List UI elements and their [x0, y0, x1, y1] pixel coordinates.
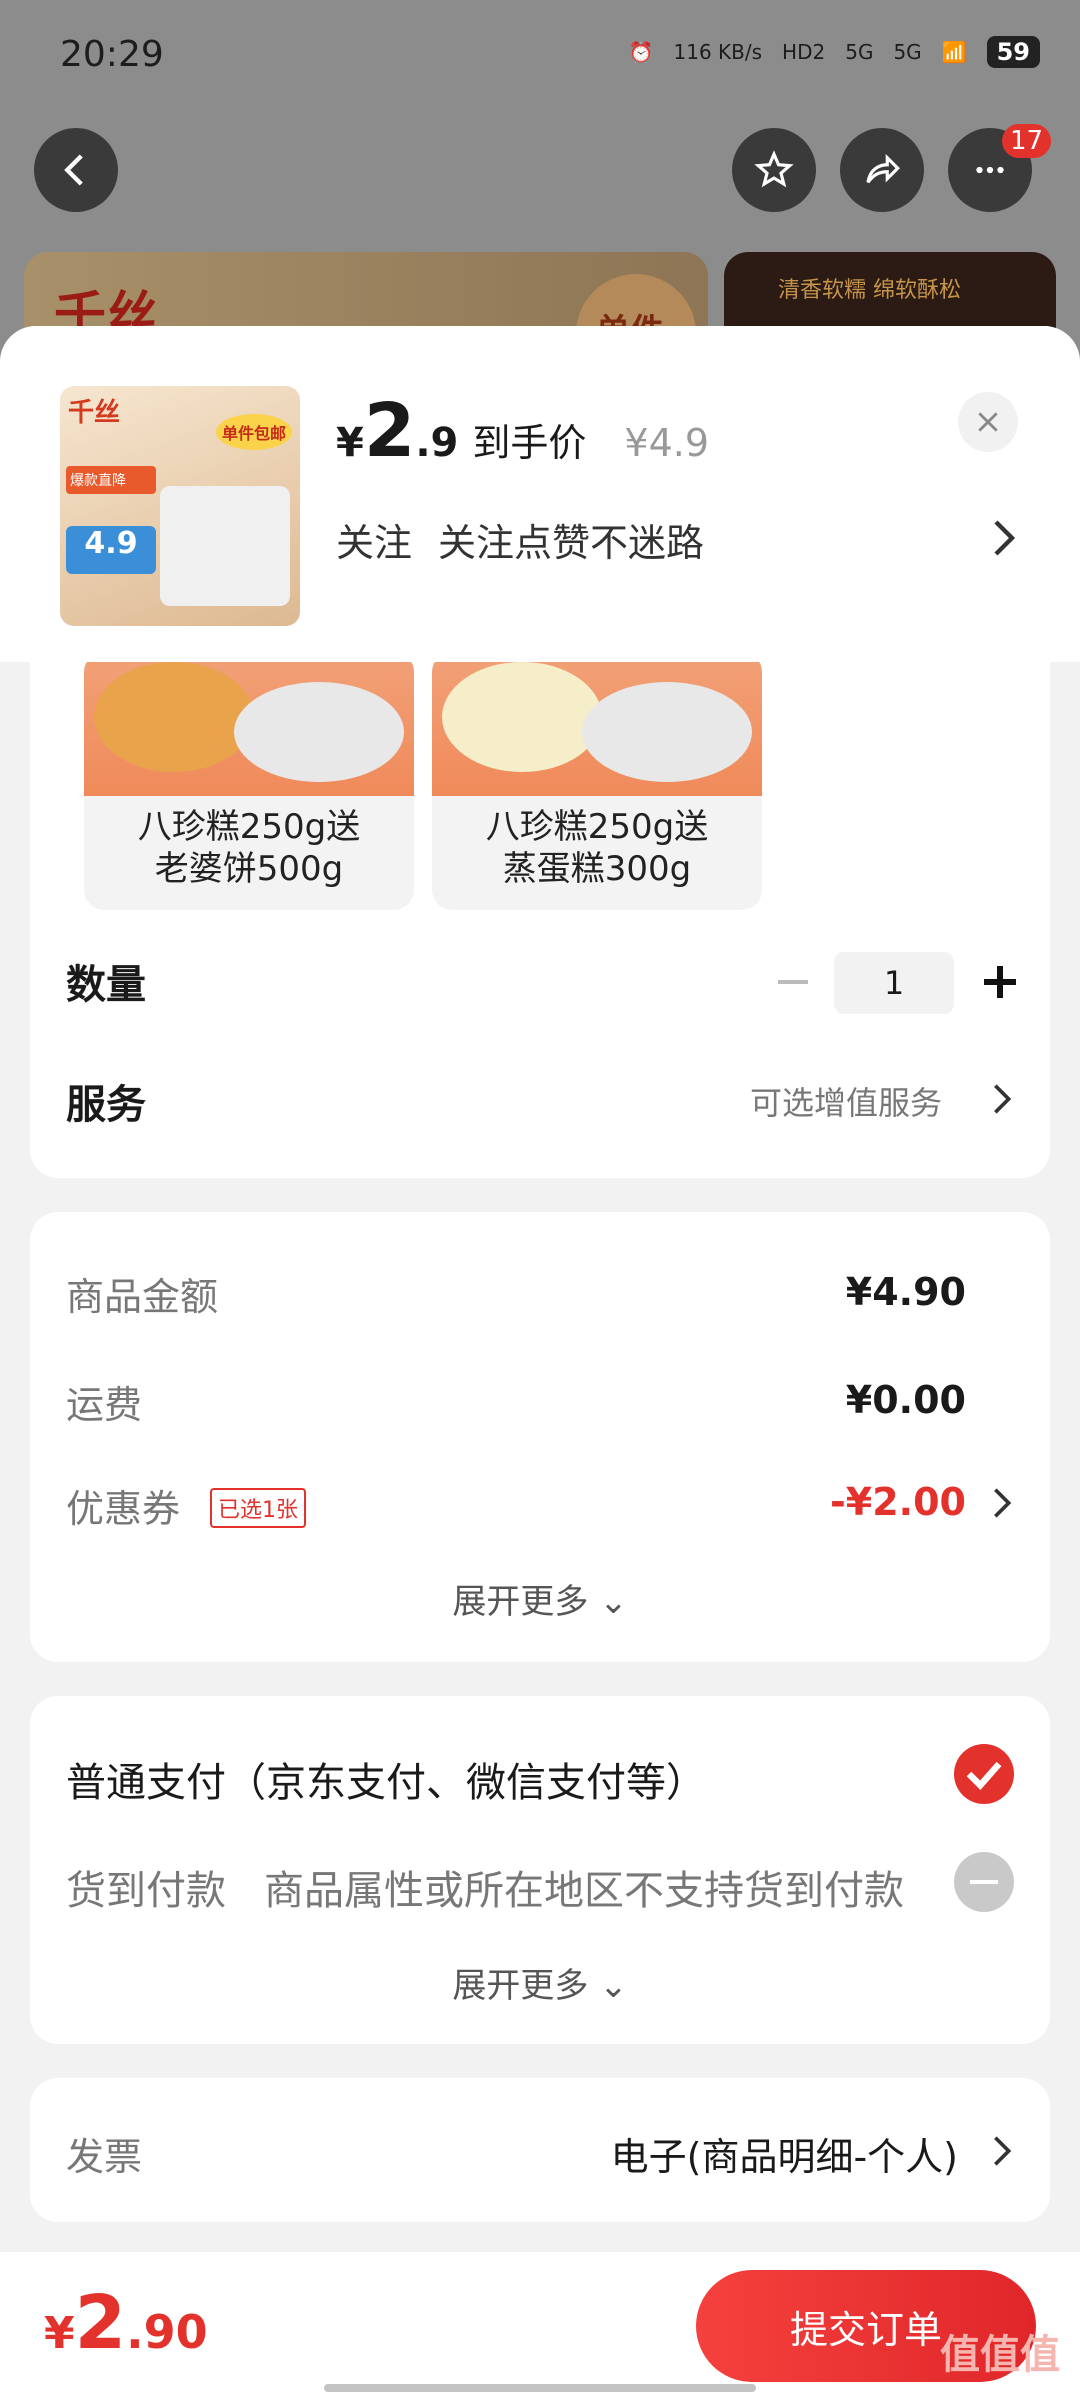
- thumb-price: 4.9: [66, 526, 156, 574]
- status-icons: ⏰ 116 KB/s HD2 5G 5G 📶 59: [629, 36, 1040, 68]
- follow-text: 关注点赞不迷路: [438, 521, 705, 565]
- chevron-right-icon[interactable]: [992, 1082, 1012, 1116]
- payment-selected-check-icon[interactable]: [954, 1744, 1014, 1804]
- expand-more-label: 展开更多: [452, 1582, 589, 1622]
- chevron-right-icon[interactable]: [992, 518, 1016, 558]
- close-button[interactable]: [958, 392, 1018, 452]
- cod-note: 商品属性或所在地区不支持货到付款: [264, 1868, 904, 1914]
- total-decimal: .90: [126, 2305, 208, 2359]
- status-time: 20:29: [60, 34, 164, 75]
- goods-amount-label: 商品金额: [66, 1275, 219, 1319]
- payment-card: 普通支付（京东支付、微信支付等） 货到付款 商品属性或所在地区不支持货到付款 展…: [30, 1696, 1050, 2044]
- coupon-selected-tag: 已选1张: [210, 1488, 306, 1528]
- price-row: ¥ 2 .9 到手价 ¥4.9: [336, 394, 709, 468]
- variant-image: [432, 652, 762, 796]
- signal-5g-1: 5G: [845, 40, 874, 64]
- follow-row[interactable]: 关注 关注点赞不迷路: [336, 512, 730, 567]
- wifi-icon: 📶: [941, 40, 967, 64]
- variant-label: 八珍糕250g送 老婆饼500g: [84, 806, 414, 890]
- star-icon: [754, 150, 794, 188]
- share-icon: [866, 153, 900, 184]
- notification-badge: 17: [1002, 124, 1052, 158]
- quantity-label: 数量: [66, 962, 146, 1008]
- expand-more-button[interactable]: 展开更多 ⌄: [30, 1958, 1050, 2007]
- variant-label-line2: 老婆饼500g: [154, 849, 344, 889]
- variant-label-line2: 蒸蛋糕300g: [502, 849, 692, 889]
- thumb-brand: 千丝: [68, 398, 121, 428]
- chevron-right-icon[interactable]: [992, 2134, 1012, 2168]
- goods-amount-value: ¥4.90: [845, 1270, 966, 1314]
- spec-section: 八珍糕250g送 老婆饼500g 八珍糕250g送 蒸蛋糕300g 数量 1 服…: [30, 652, 1050, 1178]
- payment-disabled-icon: [954, 1852, 1014, 1912]
- invoice-value[interactable]: 电子(商品明细-个人): [611, 2126, 958, 2181]
- status-bar: 20:29 ⏰ 116 KB/s HD2 5G 5G 📶 59: [0, 0, 1080, 110]
- price-summary-card: 商品金额 ¥4.90 运费 ¥0.00 优惠券 已选1张 -¥2.00 展开更多…: [30, 1212, 1050, 1662]
- banner-secondary-text: 清香软糯 绵软酥松: [778, 278, 961, 303]
- favorite-button[interactable]: [732, 128, 816, 212]
- thumb-badge: 单件包邮: [215, 414, 292, 450]
- price-label: 到手价: [472, 421, 587, 465]
- alarm-icon: ⏰: [628, 40, 654, 64]
- cod-label: 货到付款: [66, 1868, 226, 1914]
- variant-label-line1: 八珍糕250g送: [485, 807, 709, 847]
- coupon-label: 优惠券: [66, 1487, 181, 1531]
- service-label: 服务: [66, 1082, 146, 1128]
- chevron-down-icon: ⌄: [599, 1582, 628, 1622]
- price-currency: ¥: [336, 420, 364, 466]
- invoice-label: 发票: [66, 2135, 143, 2179]
- price-decimal: .9: [415, 420, 459, 466]
- back-arrow-icon: [64, 154, 83, 186]
- back-button[interactable]: [34, 128, 118, 212]
- original-price: ¥4.9: [624, 421, 709, 465]
- coupon-value[interactable]: -¥2.00: [830, 1480, 966, 1524]
- shipping-label: 运费: [66, 1383, 143, 1427]
- invoice-card[interactable]: 发票 电子(商品明细-个人): [30, 2078, 1050, 2222]
- total-integer: 2: [74, 2280, 127, 2366]
- thumb-promo: 爆款直降: [66, 466, 156, 494]
- chevron-down-icon: ⌄: [599, 1966, 628, 2006]
- variant-option[interactable]: 八珍糕250g送 老婆饼500g: [84, 652, 414, 910]
- hd-icon: HD2: [782, 40, 826, 64]
- shipping-value: ¥0.00: [845, 1378, 966, 1422]
- expand-more-label: 展开更多: [452, 1966, 589, 2006]
- watermark-logo: 值值值: [940, 2332, 1060, 2378]
- more-dots-icon: [976, 166, 1004, 174]
- signal-5g-2: 5G: [893, 40, 922, 64]
- net-speed: 116 KB/s: [673, 40, 763, 64]
- variant-label-line1: 八珍糕250g送: [137, 807, 361, 847]
- expand-more-button[interactable]: 展开更多 ⌄: [30, 1574, 1050, 1623]
- variant-label: 八珍糕250g送 蒸蛋糕300g: [432, 806, 762, 890]
- order-sheet: 千丝 单件包邮 爆款直降 4.9 ¥ 2 .9 到手价 ¥4.9 关注 关注点赞不…: [0, 326, 1080, 2400]
- share-button[interactable]: [840, 128, 924, 212]
- price-integer: 2: [363, 388, 416, 474]
- follow-label: 关注: [336, 521, 413, 565]
- close-icon: [978, 412, 998, 432]
- quantity-input[interactable]: 1: [834, 952, 954, 1014]
- total-price: ¥ 2 .90: [44, 2280, 208, 2366]
- product-thumbnail: 千丝 单件包邮 爆款直降 4.9: [60, 386, 300, 626]
- quantity-increment-button[interactable]: [980, 962, 1020, 1002]
- variant-image: [84, 652, 414, 796]
- normal-payment-label[interactable]: 普通支付（京东支付、微信支付等）: [66, 1750, 706, 1808]
- thumb-cake-image: [160, 486, 290, 606]
- chevron-right-icon[interactable]: [992, 1486, 1012, 1520]
- quantity-decrement-button[interactable]: [778, 980, 808, 984]
- home-indicator[interactable]: [324, 2384, 756, 2392]
- variant-option[interactable]: 八珍糕250g送 蒸蛋糕300g: [432, 652, 762, 910]
- product-header: 千丝 单件包邮 爆款直降 4.9 ¥ 2 .9 到手价 ¥4.9 关注 关注点赞不…: [0, 326, 1080, 662]
- total-currency: ¥: [44, 2308, 75, 2359]
- service-value[interactable]: 可选增值服务: [750, 1078, 942, 1124]
- battery-icon: 59: [986, 36, 1040, 68]
- bottom-bar: ¥ 2 .90 提交订单 值值值: [0, 2252, 1080, 2400]
